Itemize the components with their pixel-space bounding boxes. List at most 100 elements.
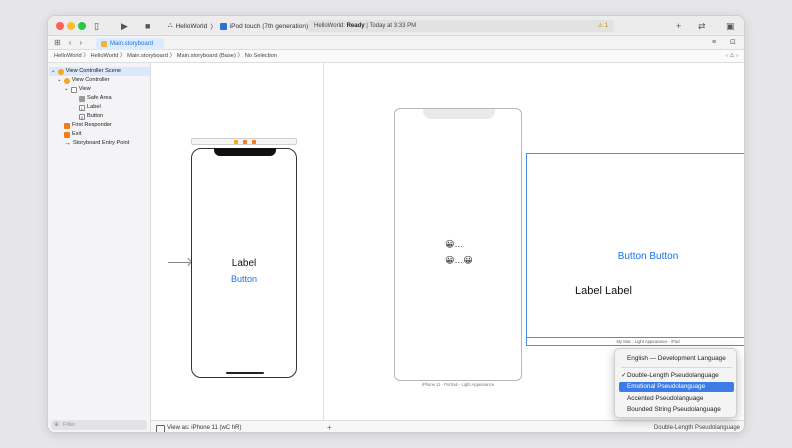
back-icon[interactable]: ‹ xyxy=(69,38,72,47)
outline-item-label-text: Label xyxy=(87,104,101,110)
scheme-selector[interactable]: ⛬ HelloWorld 〉 iPod touch (7th generatio… xyxy=(168,20,308,32)
close-window-button[interactable] xyxy=(56,22,64,30)
chevron-down-icon[interactable]: ⌄ xyxy=(64,85,69,94)
status-time: Today at 3:33 PM xyxy=(369,23,417,29)
status-state: Ready xyxy=(346,23,365,29)
menu-item-label: Bounded String Pseudolanguage xyxy=(627,406,721,413)
outline-item-label: Storyboard Entry Point xyxy=(73,140,130,146)
device-icon xyxy=(219,22,227,30)
menu-item-accented[interactable]: Accented Pseudolanguage xyxy=(619,394,734,404)
outline-item-label: View Controller xyxy=(71,77,110,83)
storyboard-device[interactable]: Label Button xyxy=(191,148,297,378)
sidebar-toggle-icon[interactable]: ▯ xyxy=(94,20,99,32)
tab-bar: ⊞ ‹ › Main.storyboard ≡ ⊡ xyxy=(48,36,744,50)
checkmark-icon: ✓ xyxy=(621,372,627,379)
view-as-device-button[interactable]: View as: iPhone 11 (wC hR) xyxy=(155,421,241,432)
preview-iphone-caption: iPhone 11 - Portrait - Light Appearance xyxy=(421,382,495,387)
storyboard-label[interactable]: Label xyxy=(192,258,296,269)
issue-nav-icon[interactable]: ‹ ⚠ › xyxy=(726,50,738,63)
menu-item-emotional[interactable]: Emotional Pseudolanguage xyxy=(619,382,734,392)
menu-item-double-length[interactable]: ✓ Double-Length Pseudolanguage xyxy=(619,371,734,381)
editor-options-icon[interactable]: ≡ xyxy=(712,37,716,49)
storyboard-button[interactable]: Button xyxy=(192,274,296,284)
tab-nav: ⊞ ‹ › xyxy=(54,38,82,47)
scheme-device-name: iPod touch (7th generation) xyxy=(229,22,309,30)
outline-item-view[interactable]: ⌄ View xyxy=(64,85,91,94)
outline-item-label: Button xyxy=(87,113,104,119)
run-icon[interactable]: ▶ xyxy=(121,20,128,32)
first-responder-dock-icon[interactable] xyxy=(243,140,247,144)
scheme-app-name: HelloWorld xyxy=(175,22,208,30)
menu-item-english[interactable]: English — Development Language xyxy=(619,354,734,364)
inspector-toggle-icon[interactable]: ▣ xyxy=(726,20,735,32)
outline-item-label: View xyxy=(78,86,91,92)
zoom-window-button[interactable] xyxy=(78,22,86,30)
outline-item-label: Exit xyxy=(72,131,82,137)
menu-separator xyxy=(621,367,732,368)
view-controller-dock-icon[interactable] xyxy=(234,140,238,144)
warning-badge[interactable]: ⚠ 1 xyxy=(598,20,608,32)
document-outline: ⌄ View Controller Scene ⌄ View Controlle… xyxy=(48,63,151,432)
preview-mac-label: Label Label xyxy=(575,285,632,297)
preview-mac-button: Button Button xyxy=(617,251,679,262)
entry-arrow-icon: → xyxy=(64,140,71,147)
chevron-right-icon: 〉 xyxy=(210,24,217,31)
home-indicator xyxy=(226,372,264,374)
outline-item-button[interactable]: B Button xyxy=(79,112,103,121)
canvas-bottom-bar: View as: iPhone 11 (wC hR) + Double-Leng… xyxy=(151,420,744,432)
filter-input[interactable]: Filter xyxy=(51,420,147,430)
outline-item-safe-area[interactable]: Safe Area xyxy=(79,94,112,103)
device-notch xyxy=(214,148,276,156)
title-bar: ▯ ▶ ■ ⛬ HelloWorld 〉 iPod touch (7th gen… xyxy=(48,16,744,36)
minimize-window-button[interactable] xyxy=(67,22,75,30)
view-controller-icon xyxy=(63,77,70,84)
preview-notch xyxy=(423,109,495,119)
split-editor-icon[interactable]: ⊡ xyxy=(730,37,736,49)
scheme-app-icon: ⛬ xyxy=(168,22,173,29)
chevron-down-icon[interactable]: ⌄ xyxy=(57,76,62,85)
status-project: HelloWorld: xyxy=(314,23,345,29)
stop-icon[interactable]: ■ xyxy=(145,20,150,32)
canvas-divider[interactable] xyxy=(323,63,324,420)
menu-item-bounded-string[interactable]: Bounded String Pseudolanguage xyxy=(619,405,734,415)
preview-mac-caption: My Mac - Light Appearance - iPad xyxy=(527,337,744,345)
exit-dock-icon[interactable] xyxy=(252,140,256,144)
status-separator: | xyxy=(366,23,368,29)
add-preview-icon[interactable]: + xyxy=(327,421,332,432)
preview-mac: Button Button Label Label My Mac - Light… xyxy=(526,153,744,346)
forward-icon[interactable]: › xyxy=(79,38,82,47)
menu-item-label: English — Development Language xyxy=(627,355,726,362)
outline-item-label: Safe Area xyxy=(87,95,112,101)
menu-item-label: Double-Length Pseudolanguage xyxy=(627,372,719,379)
preview-button-emoji: 😀…😀 xyxy=(445,255,473,265)
outline-item-label: View Controller Scene xyxy=(65,68,121,74)
safe-area-icon xyxy=(79,95,85,102)
outline-item-first-responder[interactable]: First Responder xyxy=(64,121,112,130)
outline-item-label: First Responder xyxy=(72,122,112,128)
outline-item-view-controller[interactable]: ⌄ View Controller xyxy=(57,76,110,85)
preview-iphone: 😀… 😀…😀 xyxy=(394,108,522,381)
add-icon[interactable]: + xyxy=(676,20,681,32)
outline-item-exit[interactable]: Exit xyxy=(64,130,81,139)
label-icon: L xyxy=(79,104,85,111)
outline-item-entry-point[interactable]: → Storyboard Entry Point xyxy=(64,139,129,148)
scene-dock[interactable] xyxy=(191,138,297,145)
breadcrumb-path: HelloWorld 〉 HelloWorld 〉 Main.storyboar… xyxy=(54,53,277,59)
entry-point-arrow[interactable] xyxy=(168,262,190,263)
breadcrumb[interactable]: HelloWorld 〉 HelloWorld 〉 Main.storyboar… xyxy=(48,50,744,63)
language-selector[interactable]: Double-Length Pseudolanguage xyxy=(654,421,740,432)
outline-item-scene[interactable]: ⌄ View Controller Scene xyxy=(49,67,150,76)
first-responder-icon xyxy=(64,122,70,129)
outline-item-label[interactable]: L Label xyxy=(79,103,101,112)
button-icon: B xyxy=(79,113,85,120)
swap-icon[interactable]: ⇄ xyxy=(698,20,706,32)
language-menu: English — Development Language ✓ Double-… xyxy=(614,348,737,418)
grid-icon[interactable]: ⊞ xyxy=(54,38,61,47)
chevron-down-icon[interactable]: ⌄ xyxy=(51,67,56,76)
warning-count: 1 xyxy=(604,23,608,29)
menu-item-label: Emotional Pseudolanguage xyxy=(627,383,706,390)
activity-status: HelloWorld: Ready | Today at 3:33 PM ⚠ 1 xyxy=(308,20,614,32)
preview-label-emoji: 😀… xyxy=(445,239,464,249)
scene-icon xyxy=(57,68,64,75)
tab-main-storyboard[interactable]: Main.storyboard xyxy=(96,38,164,50)
